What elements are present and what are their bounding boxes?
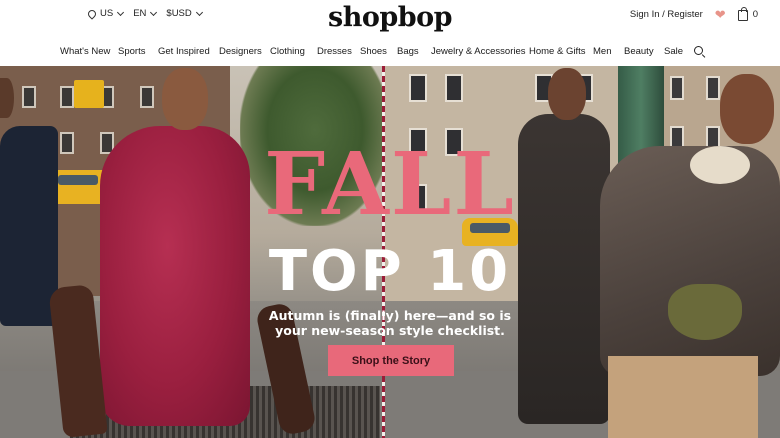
- nav-item-whats-new[interactable]: What's New: [60, 46, 110, 57]
- nav-item-beauty[interactable]: Beauty: [624, 46, 654, 57]
- model-puffer-skirt: [608, 356, 758, 438]
- hero-headline-fall: FALL: [264, 134, 516, 235]
- sign-in-register-link[interactable]: Sign In / Register: [630, 9, 703, 20]
- nav-item-men[interactable]: Men: [593, 46, 611, 57]
- hero-subtitle: Autumn is (finally) here—and so is your …: [0, 308, 780, 339]
- model-left-edge-head: [0, 78, 14, 118]
- nav-item-clothing[interactable]: Clothing: [270, 46, 305, 57]
- hero-headline-top-10: TOP 10: [268, 239, 512, 304]
- nav-item-dresses[interactable]: Dresses: [317, 46, 352, 57]
- nav-item-home-gifts[interactable]: Home & Gifts: [529, 46, 586, 57]
- model-leather-outfit-head: [548, 68, 586, 120]
- main-nav: What's New Sports Get Inspired Designers…: [0, 38, 780, 65]
- hero-banner[interactable]: FALL TOP 10 Autumn is (finally) here—and…: [0, 66, 780, 438]
- model-red-dress-head: [162, 68, 208, 130]
- nav-item-bags[interactable]: Bags: [397, 46, 419, 57]
- model-puffer-head: [720, 74, 774, 144]
- nav-item-sports[interactable]: Sports: [118, 46, 145, 57]
- nav-item-sale[interactable]: Sale: [664, 46, 683, 57]
- hero-subtitle-line-2: your new-season style checklist.: [275, 323, 505, 339]
- hero-subtitle-line-1: Autumn is (finally) here—and so is: [268, 308, 512, 323]
- shop-the-story-button[interactable]: Shop the Story: [328, 345, 454, 376]
- nav-item-designers[interactable]: Designers: [219, 46, 262, 57]
- bag-count: 0: [752, 9, 758, 20]
- nav-item-jewelry-accessories[interactable]: Jewelry & Accessories: [431, 46, 526, 57]
- shopping-bag-button[interactable]: 0: [737, 7, 758, 21]
- search-icon[interactable]: [694, 46, 703, 55]
- top-bar: US EN $USD shopbop Sign In / Register ❤ …: [0, 0, 780, 33]
- heart-icon[interactable]: ❤: [715, 8, 726, 21]
- traffic-light: [74, 80, 104, 108]
- nav-item-shoes[interactable]: Shoes: [360, 46, 387, 57]
- account-area: Sign In / Register ❤ 0: [630, 7, 758, 21]
- shopping-bag-icon: [737, 7, 748, 21]
- nav-item-get-inspired[interactable]: Get Inspired: [158, 46, 210, 57]
